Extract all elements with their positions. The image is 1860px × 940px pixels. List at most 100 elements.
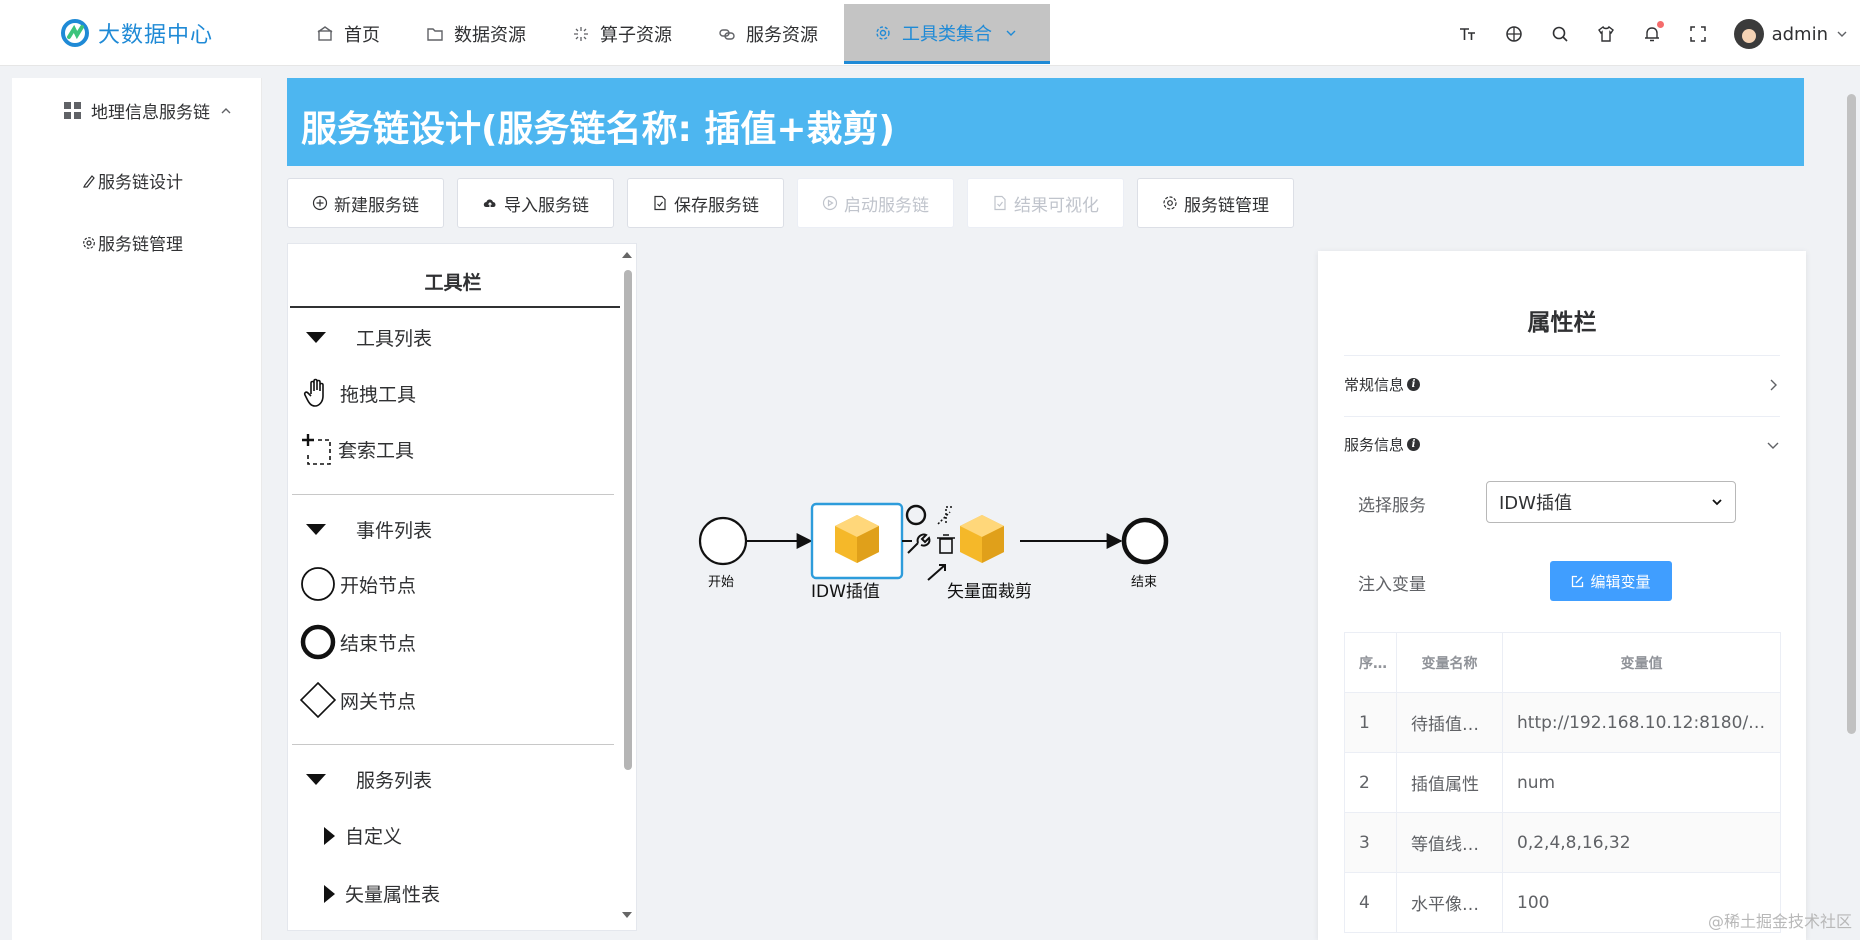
wrench-icon[interactable] <box>907 533 931 554</box>
chevron-right-icon[interactable] <box>1766 378 1780 392</box>
section-label: 矢量属性表 <box>345 884 441 906</box>
palette-item-end-node[interactable]: 结束节点 <box>300 624 416 660</box>
pen-icon <box>83 174 95 188</box>
nav-item-service-resources[interactable]: 服务资源 <box>698 4 838 64</box>
palette-item-start-node[interactable]: 开始节点 <box>300 566 416 602</box>
lasso-icon[interactable] <box>937 506 952 525</box>
trash-icon[interactable] <box>937 534 955 554</box>
context-pad <box>905 504 955 581</box>
sparkle-icon <box>572 25 590 43</box>
nav-item-operator-resources[interactable]: 算子资源 <box>552 4 692 64</box>
button-label: 启动服务链 <box>844 195 929 216</box>
save-chain-button[interactable]: 保存服务链 <box>627 178 784 228</box>
manage-chain-button[interactable]: 服务链管理 <box>1137 178 1294 228</box>
start-event[interactable] <box>698 516 748 566</box>
connect-arrow-icon[interactable] <box>927 564 946 581</box>
palette-subsection-custom[interactable]: 自定义 <box>324 822 402 849</box>
sidebar-item-chain-design[interactable]: 服务链设计 <box>82 168 183 193</box>
section-label: 事件列表 <box>356 520 433 542</box>
search-icon[interactable] <box>1550 24 1570 44</box>
app-logo[interactable]: 大数据中心 <box>60 16 213 50</box>
palette-divider <box>290 306 620 308</box>
edit-variables-button[interactable]: 编辑变量 <box>1550 561 1672 601</box>
chevron-down-icon[interactable] <box>1766 438 1780 452</box>
section-label: 自定义 <box>345 826 403 848</box>
scroll-down-arrow[interactable] <box>622 912 632 918</box>
page-title: 服务链设计(服务链名称: 插值+裁剪) <box>301 109 896 150</box>
append-event-icon[interactable] <box>905 504 927 526</box>
table-cell: 2 <box>1344 752 1397 813</box>
header-tools: admin <box>1458 14 1848 54</box>
properties-panel: 属性栏 常规信息 i 服务信息 i 选择服务 IDW插值 注入变量 编辑变量 序… <box>1318 251 1806 940</box>
font-size-icon[interactable] <box>1458 24 1478 44</box>
gear-icon <box>83 236 95 249</box>
side-menu: 地理信息服务链 服务链设计 服务链管理 <box>12 78 262 940</box>
info-icon: i <box>1407 438 1421 451</box>
palette-item-label: 网关节点 <box>340 690 417 713</box>
table-row[interactable]: 2 插值属性 num <box>1344 752 1781 813</box>
fullscreen-icon[interactable] <box>1688 24 1708 44</box>
tool-palette: 工具栏 工具列表 拖拽工具 套索工具 事件列表 开始节点 结束节点 网关节点 服… <box>287 243 637 931</box>
start-event-label: 开始 <box>708 575 735 590</box>
general-info-header[interactable]: 常规信息 i <box>1344 374 1421 395</box>
end-event[interactable] <box>1121 517 1169 565</box>
caret-right-icon <box>324 884 335 903</box>
nav-item-home[interactable]: 首页 <box>296 4 400 64</box>
import-chain-button[interactable]: 导入服务链 <box>457 178 614 228</box>
nav-label: 首页 <box>344 25 380 46</box>
user-menu[interactable]: admin <box>1733 19 1848 49</box>
cloud-upload-icon <box>483 199 496 207</box>
palette-item-drag[interactable]: 拖拽工具 <box>302 377 416 409</box>
notification-dot <box>1656 21 1664 28</box>
palette-separator <box>292 494 614 495</box>
palette-subsection-vector-attr[interactable]: 矢量属性表 <box>324 880 440 907</box>
task-label: 矢量面裁剪 <box>947 582 1032 602</box>
table-cell: 1 <box>1344 692 1397 753</box>
button-label: 编辑变量 <box>1590 572 1651 591</box>
page-scrollbar[interactable] <box>1847 94 1856 734</box>
nav-item-data-resources[interactable]: 数据资源 <box>406 4 546 64</box>
service-info-header[interactable]: 服务信息 i <box>1344 434 1421 455</box>
side-menu-group[interactable]: 地理信息服务链 <box>64 98 232 123</box>
table-row[interactable]: 1 待插值数… http://192.168.10.12:8180/… <box>1344 692 1781 753</box>
sidebar-item-label: 服务链设计 <box>98 173 183 193</box>
caret-right-icon <box>324 826 335 845</box>
theme-icon[interactable] <box>1596 24 1616 44</box>
nav-item-tools[interactable]: 工具类集合 <box>844 4 1050 64</box>
palette-section-events[interactable]: 事件列表 <box>306 516 432 543</box>
select-value: IDW插值 <box>1499 493 1572 514</box>
section-label: 常规信息 <box>1344 376 1405 394</box>
palette-scrollbar[interactable] <box>624 270 632 770</box>
info-icon: i <box>1407 378 1421 391</box>
caret-down-icon <box>306 524 326 535</box>
visualize-results-button[interactable]: 结果可视化 <box>967 178 1124 228</box>
avatar <box>1733 19 1764 49</box>
link-icon <box>718 25 736 43</box>
section-label: 服务信息 <box>1344 436 1405 454</box>
language-icon[interactable] <box>1504 24 1524 44</box>
palette-section-services[interactable]: 服务列表 <box>306 766 432 793</box>
table-row[interactable]: 3 等值线数… 0,2,4,8,16,32 <box>1344 812 1781 873</box>
document-check-icon <box>654 195 666 211</box>
palette-item-gateway-node[interactable]: 网关节点 <box>300 682 416 718</box>
side-menu-group-label: 地理信息服务链 <box>91 103 210 123</box>
start-chain-button[interactable]: 启动服务链 <box>797 178 954 228</box>
grid-icon <box>64 102 81 119</box>
service-select[interactable]: IDW插值 <box>1486 481 1736 523</box>
diagram-canvas[interactable]: 开始 IDW插值 矢量面裁剪 结束 <box>650 243 1310 931</box>
palette-item-lasso[interactable]: 套索工具 <box>300 432 414 466</box>
palette-section-tools[interactable]: 工具列表 <box>306 324 432 351</box>
table-cell: http://192.168.10.12:8180/… <box>1502 692 1781 753</box>
properties-title: 属性栏 <box>1527 310 1597 336</box>
sidebar-item-chain-manage[interactable]: 服务链管理 <box>82 230 183 255</box>
logo-icon <box>61 19 89 47</box>
bell-icon[interactable] <box>1642 21 1664 44</box>
table-cell: 4 <box>1344 872 1397 933</box>
scroll-up-arrow[interactable] <box>622 252 632 258</box>
table-cell: 3 <box>1344 812 1397 873</box>
new-chain-button[interactable]: 新建服务链 <box>287 178 444 228</box>
play-icon <box>822 195 838 211</box>
button-label: 结果可视化 <box>1014 195 1099 216</box>
top-header: 大数据中心 首页 数据资源 算子资源 服务资源 工具类集合 admin <box>0 0 1860 66</box>
nav-label: 服务资源 <box>746 25 818 46</box>
